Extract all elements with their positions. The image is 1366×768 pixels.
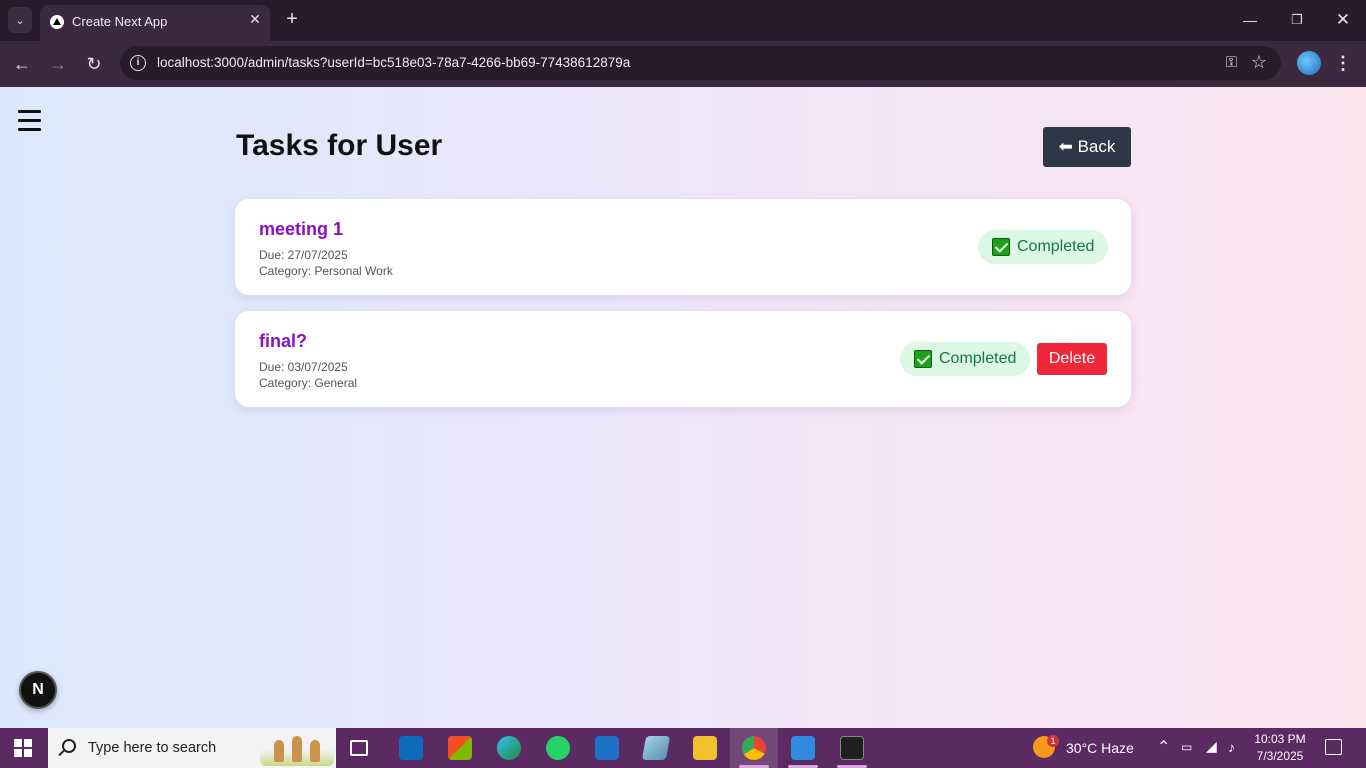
chevron-down-icon: ⌄ (15, 14, 25, 27)
task-due-date: Due: 27/07/2025 (259, 248, 348, 262)
taskbar-search-placeholder: Type here to search (88, 740, 217, 756)
chrome-icon[interactable] (742, 736, 766, 760)
bookmark-star-icon[interactable]: ☆ (1251, 52, 1267, 73)
nextjs-dev-indicator[interactable]: N (19, 671, 57, 709)
task-view-icon[interactable] (350, 740, 368, 756)
status-label: Completed (1017, 238, 1095, 255)
address-bar[interactable]: i localhost:3000/admin/tasks?userId=bc51… (120, 46, 1281, 80)
password-key-icon[interactable]: ⚿ (1226, 54, 1237, 71)
back-arrow-icon[interactable]: ← (10, 52, 34, 76)
clock-time: 10:03 PM (1254, 732, 1306, 746)
whatsapp-icon[interactable] (546, 736, 570, 760)
taskbar-search[interactable]: Type here to search (48, 728, 336, 768)
hamburger-menu-icon[interactable] (18, 109, 42, 131)
task-category: Category: General (259, 376, 358, 390)
task-card: final? Due: 03/07/2025 Category: General… (235, 311, 1131, 407)
status-label: Completed (939, 350, 1017, 367)
browser-tab[interactable]: Create Next App ✕ (40, 5, 270, 41)
status-badge[interactable]: Completed (900, 342, 1031, 376)
windows-start-icon[interactable] (14, 739, 32, 757)
profile-avatar[interactable] (1297, 51, 1321, 75)
minimize-icon[interactable]: — (1238, 8, 1262, 32)
weather-alert-badge: 1 (1047, 735, 1059, 747)
browser-toolbar: ← → ↻ i localhost:3000/admin/tasks?userI… (0, 41, 1366, 87)
vscode-icon[interactable] (791, 736, 815, 760)
outlook-icon[interactable] (399, 736, 423, 760)
browser-tab-strip: ⌄ Create Next App ✕ + — ❐ ✕ (0, 0, 1366, 41)
back-button[interactable]: ⬅ Back (1043, 127, 1131, 167)
task-card: meeting 1 Due: 27/07/2025 Category: Pers… (235, 199, 1131, 295)
checkmark-icon (914, 350, 932, 368)
file-explorer-icon[interactable] (693, 736, 717, 760)
page-content: Tasks for User ⬅ Back meeting 1 Due: 27/… (0, 87, 1366, 728)
wifi-icon[interactable]: ◢ (1206, 738, 1217, 755)
site-info-icon[interactable]: i (130, 55, 146, 71)
task-due-date: Due: 03/07/2025 (259, 360, 348, 374)
battery-icon[interactable]: ▭ (1181, 740, 1192, 754)
close-tab-icon[interactable]: ✕ (246, 10, 264, 28)
clock-date: 7/3/2025 (1256, 749, 1304, 763)
microsoft-store-icon[interactable] (448, 736, 472, 760)
page-title: Tasks for User (236, 129, 443, 162)
tab-title: Create Next App (72, 14, 168, 29)
task-title: final? (259, 331, 307, 351)
url-text[interactable]: localhost:3000/admin/tasks?userId=bc518e… (157, 55, 630, 70)
task-title: meeting 1 (259, 219, 344, 239)
taskbar-clock[interactable]: 10:03 PM 7/3/2025 (1244, 731, 1316, 765)
restore-icon[interactable]: ❐ (1285, 8, 1309, 32)
tab-search-button[interactable]: ⌄ (8, 7, 32, 33)
show-hidden-icons-icon[interactable]: ⌃ (1157, 737, 1170, 757)
new-tab-button[interactable]: + (282, 9, 302, 29)
nextjs-favicon-icon (50, 15, 64, 29)
edge-icon[interactable] (497, 736, 521, 760)
browser-menu-icon[interactable]: ⋮ (1333, 51, 1353, 75)
search-icon (62, 739, 76, 753)
notification-center-icon[interactable] (1325, 739, 1342, 755)
volume-icon[interactable]: ♪ (1228, 739, 1235, 755)
checkmark-icon (992, 238, 1010, 256)
news-app-icon[interactable] (595, 736, 619, 760)
terminal-icon[interactable] (840, 736, 864, 760)
close-window-icon[interactable]: ✕ (1331, 8, 1355, 32)
reload-icon[interactable]: ↻ (82, 52, 106, 76)
forward-arrow-icon[interactable]: → (46, 52, 70, 76)
delete-button[interactable]: Delete (1037, 343, 1107, 375)
weather-text[interactable]: 30°C Haze (1066, 740, 1134, 756)
search-highlight-illustration (260, 730, 334, 766)
status-badge[interactable]: Completed (978, 230, 1109, 264)
notepad-app-icon[interactable] (641, 736, 671, 760)
windows-taskbar: Type here to search 1 30°C Haze ⌃ ▭ ◢ ♪ … (0, 728, 1366, 768)
task-category: Category: Personal Work (259, 264, 393, 278)
